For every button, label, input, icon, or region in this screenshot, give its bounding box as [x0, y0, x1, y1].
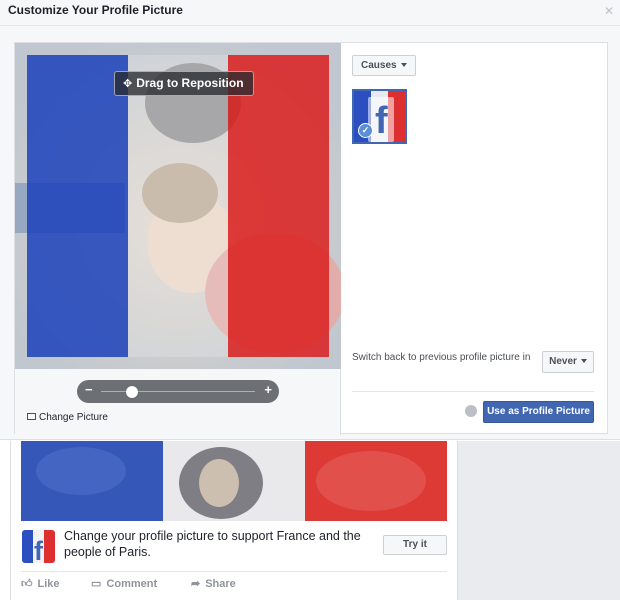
dialog-header: Customize Your Profile Picture ✕	[0, 0, 620, 26]
zoom-track[interactable]	[101, 391, 255, 392]
profile-picture-dialog: Customize Your Profile Picture ✕ ✥ Drag …	[0, 0, 620, 440]
like-label: Like	[37, 578, 60, 590]
frame-options-panel: Causes f ✓ Switch back to previous profi…	[341, 43, 607, 433]
thumbs-up-icon: 👍︎	[21, 578, 33, 590]
like-button[interactable]: 👍︎ Like	[21, 577, 60, 590]
divider	[352, 391, 594, 392]
comment-button[interactable]: ▭ Comment	[91, 577, 157, 590]
share-label: Share	[205, 578, 236, 590]
dialog-title: Customize Your Profile Picture	[8, 3, 183, 17]
promo-message: Change your profile picture to support F…	[64, 529, 361, 559]
comment-icon: ▭	[91, 578, 102, 590]
profile-photo-preview[interactable]: ✥ Drag to Reposition	[15, 43, 341, 369]
switch-back-label: Switch back to previous profile picture …	[352, 352, 531, 363]
zoom-out-icon[interactable]: −	[85, 382, 93, 397]
chevron-down-icon	[580, 359, 587, 363]
share-arrow-icon: ➦	[191, 578, 201, 590]
facebook-f-icon: f	[22, 530, 55, 563]
feed-background	[458, 441, 620, 600]
svg-text:f: f	[375, 100, 388, 142]
use-as-profile-picture-button[interactable]: Use as Profile Picture	[483, 401, 594, 423]
close-icon[interactable]: ✕	[604, 4, 614, 18]
flag-banner-photo	[21, 441, 447, 521]
camera-icon	[27, 413, 36, 420]
drag-label: Drag to Reposition	[136, 76, 244, 90]
promo-banner-image	[21, 441, 447, 521]
zoom-slider[interactable]: − +	[77, 380, 279, 403]
zoom-in-icon[interactable]: +	[264, 382, 272, 397]
comment-label: Comment	[106, 578, 158, 590]
france-flag-frame-thumbnail[interactable]: f ✓	[352, 89, 407, 144]
share-button[interactable]: ➦ Share	[191, 577, 236, 590]
zoom-handle[interactable]	[125, 386, 138, 398]
facebook-flag-logo: f	[22, 530, 55, 563]
photo-editor: ✥ Drag to Reposition − + Change Picture	[15, 43, 341, 435]
try-it-button[interactable]: Try it	[383, 535, 447, 555]
switch-back-duration-dropdown[interactable]: Never	[542, 351, 594, 373]
drag-to-reposition-button[interactable]: ✥ Drag to Reposition	[114, 71, 254, 96]
never-label: Never	[549, 356, 577, 367]
change-picture-label: Change Picture	[39, 412, 108, 423]
move-arrows-icon: ✥	[123, 78, 133, 90]
feed-promo-card: f Change your profile picture to support…	[10, 441, 458, 600]
causes-label: Causes	[361, 60, 397, 71]
globe-icon[interactable]	[465, 405, 477, 417]
divider	[21, 571, 447, 572]
svg-text:f: f	[34, 536, 44, 563]
checkmark-icon: ✓	[358, 123, 373, 138]
change-picture-link[interactable]: Change Picture	[27, 412, 108, 423]
causes-dropdown[interactable]: Causes	[352, 55, 416, 76]
dialog-body: ✥ Drag to Reposition − + Change Picture C…	[14, 42, 608, 435]
chevron-down-icon	[400, 63, 407, 67]
